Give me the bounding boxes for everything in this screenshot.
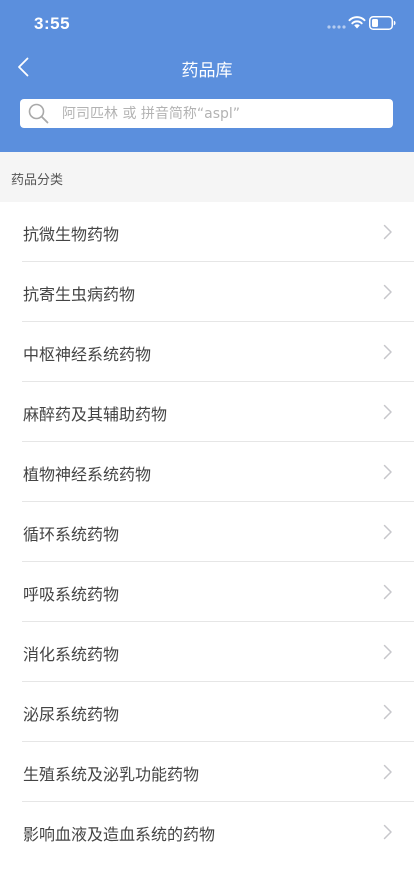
category-label: 麻醉药及其辅助药物 (23, 405, 168, 424)
chevron-right-icon (383, 764, 392, 780)
category-item-circulatory[interactable]: 循环系统药物 (0, 502, 414, 562)
chevron-right-icon (383, 584, 392, 600)
search-icon (28, 103, 49, 124)
section-title: 药品分类 (11, 173, 64, 188)
category-item-urinary[interactable]: 泌尿系统药物 (0, 682, 414, 742)
category-label: 抗微生物药物 (23, 225, 120, 244)
category-label: 呼吸系统药物 (23, 585, 120, 604)
category-label: 抗寄生虫病药物 (23, 285, 136, 304)
chevron-right-icon (383, 404, 392, 420)
section-header: 药品分类 (0, 152, 414, 202)
app-header: 3:55 药品库 (0, 0, 414, 152)
search-input[interactable] (62, 99, 387, 128)
category-label: 植物神经系统药物 (23, 465, 152, 484)
chevron-right-icon (383, 704, 392, 720)
category-item-blood[interactable]: 影响血液及造血系统的药物 (0, 802, 414, 862)
status-time: 3:55 (34, 14, 71, 33)
chevron-right-icon (383, 224, 392, 240)
navigation-bar: 药品库 (0, 48, 414, 86)
category-item-antiparasitic[interactable]: 抗寄生虫病药物 (0, 262, 414, 322)
category-item-digestive[interactable]: 消化系统药物 (0, 622, 414, 682)
category-list: 抗微生物药物 抗寄生虫病药物 中枢神经系统药物 麻醉药及其辅助药物 植物神经系统… (0, 202, 414, 862)
category-item-autonomic-nervous[interactable]: 植物神经系统药物 (0, 442, 414, 502)
category-label: 消化系统药物 (23, 645, 120, 664)
status-bar: 3:55 (0, 0, 414, 48)
page-title: 药品库 (181, 61, 233, 81)
category-item-anesthetics[interactable]: 麻醉药及其辅助药物 (0, 382, 414, 442)
chevron-right-icon (383, 524, 392, 540)
wifi-icon (348, 16, 366, 29)
category-label: 泌尿系统药物 (23, 705, 120, 724)
chevron-right-icon (383, 344, 392, 360)
search-bar[interactable] (20, 99, 393, 128)
cellular-signal-icon (327, 25, 346, 29)
category-item-antimicrobial[interactable]: 抗微生物药物 (0, 202, 414, 262)
chevron-right-icon (383, 464, 392, 480)
battery-icon (369, 16, 396, 30)
category-label: 循环系统药物 (23, 525, 120, 544)
category-item-respiratory[interactable]: 呼吸系统药物 (0, 562, 414, 622)
chevron-right-icon (383, 644, 392, 660)
chevron-right-icon (383, 284, 392, 300)
category-label: 生殖系统及泌乳功能药物 (23, 765, 200, 784)
chevron-right-icon (383, 824, 392, 840)
category-item-reproductive[interactable]: 生殖系统及泌乳功能药物 (0, 742, 414, 802)
category-label: 中枢神经系统药物 (23, 345, 152, 364)
category-label: 影响血液及造血系统的药物 (23, 825, 216, 844)
category-item-central-nervous[interactable]: 中枢神经系统药物 (0, 322, 414, 382)
